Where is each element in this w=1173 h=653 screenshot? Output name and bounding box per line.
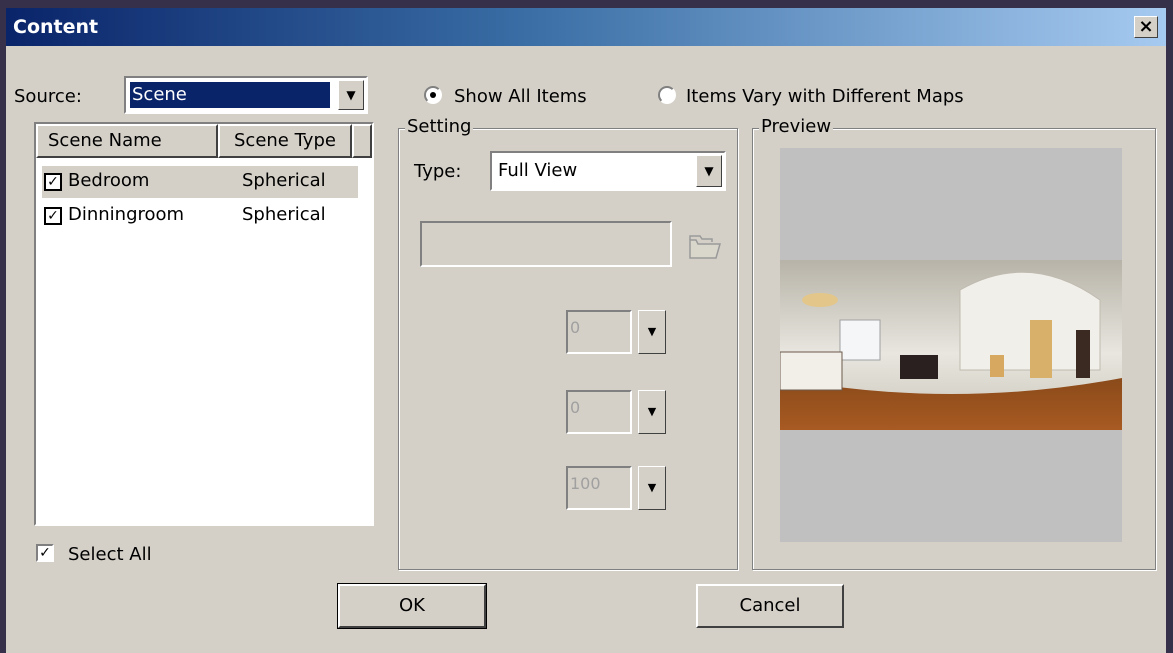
- preview-group-label: Preview: [759, 116, 834, 137]
- setting-group-label: Setting: [405, 116, 474, 137]
- spin-field-1[interactable]: 0: [566, 310, 632, 354]
- select-all-label[interactable]: Select All: [68, 544, 152, 565]
- column-header-scene-name[interactable]: Scene Name: [36, 124, 218, 158]
- spin-dropdown-1[interactable]: ▼: [638, 310, 666, 354]
- ok-button[interactable]: OK: [337, 583, 487, 629]
- window-title: Content: [13, 16, 99, 38]
- type-combobox[interactable]: Full View ▼: [490, 151, 726, 191]
- title-bar[interactable]: Content ×: [6, 8, 1166, 46]
- source-combobox[interactable]: Scene ▼: [124, 76, 368, 114]
- type-value: Full View: [498, 160, 578, 181]
- scene-name: Dinningroom: [68, 204, 185, 225]
- path-field[interactable]: [420, 221, 672, 267]
- column-header-filler: [352, 124, 372, 158]
- source-dropdown-arrow[interactable]: ▼: [338, 80, 364, 110]
- scene-checkbox[interactable]: ✓: [44, 207, 62, 225]
- column-header-label: Scene Name: [48, 130, 162, 151]
- spin-dropdown-3[interactable]: ▼: [638, 466, 666, 510]
- scene-type: Spherical: [242, 204, 326, 225]
- panorama-image: [780, 260, 1122, 430]
- cancel-button[interactable]: Cancel: [696, 584, 844, 628]
- scene-type: Spherical: [242, 170, 326, 191]
- preview-area: [780, 148, 1122, 542]
- radio-selected-dot: [430, 92, 436, 98]
- source-value: Scene: [129, 81, 331, 109]
- spin-field-2[interactable]: 0: [566, 390, 632, 434]
- select-all-checkbox[interactable]: ✓: [36, 544, 54, 562]
- list-item[interactable]: ✓ Dinningroom Spherical: [42, 200, 358, 232]
- folder-icon[interactable]: [688, 230, 722, 260]
- radio-items-vary[interactable]: [658, 86, 676, 104]
- type-dropdown-arrow[interactable]: ▼: [696, 155, 722, 187]
- content-dialog: Content × Source: Scene ▼ Show All Items…: [6, 8, 1166, 653]
- list-item[interactable]: ✓ Bedroom Spherical: [42, 166, 358, 198]
- source-label: Source:: [14, 86, 82, 107]
- radio-items-vary-label[interactable]: Items Vary with Different Maps: [686, 86, 964, 107]
- scene-checkbox[interactable]: ✓: [44, 173, 62, 191]
- spin-field-3[interactable]: 100: [566, 466, 632, 510]
- radio-show-all-label[interactable]: Show All Items: [454, 86, 587, 107]
- scene-name: Bedroom: [68, 170, 150, 191]
- spin-dropdown-2[interactable]: ▼: [638, 390, 666, 434]
- column-header-label: Scene Type: [234, 130, 336, 151]
- scene-listview[interactable]: Scene Name Scene Type ✓ Bedroom Spherica…: [34, 122, 374, 526]
- column-header-scene-type[interactable]: Scene Type: [218, 124, 352, 158]
- close-button[interactable]: ×: [1134, 16, 1158, 38]
- type-label: Type:: [414, 161, 462, 182]
- radio-show-all[interactable]: [424, 86, 442, 104]
